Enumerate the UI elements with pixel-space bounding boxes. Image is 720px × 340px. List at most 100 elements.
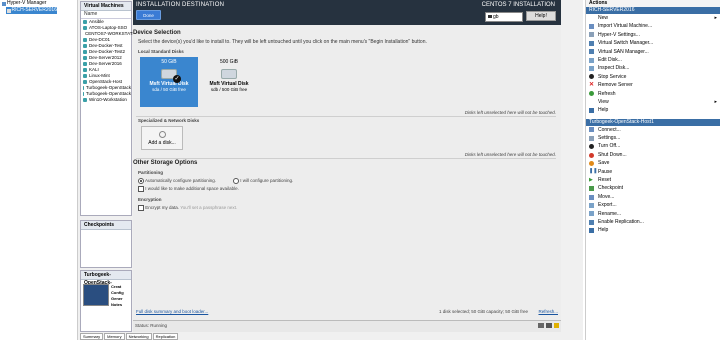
vm-icon [83, 86, 84, 90]
tab-summary[interactable]: Summary [80, 333, 104, 340]
action-shut-down[interactable]: Shut Down... [586, 151, 720, 159]
action-hyperv-settings[interactable]: Hyper-V Settings... [586, 31, 720, 39]
action-enable-replication[interactable]: Enable Replication... [586, 218, 720, 226]
vm-actions-header[interactable]: Turbogeek-OpenStack-Host1 [586, 118, 720, 126]
vm-name: Win10-Workstation [89, 97, 127, 102]
disk-summary-link[interactable]: Full disk summary and boot loader... [136, 309, 208, 314]
done-button[interactable]: Done [136, 10, 161, 20]
checkbox [138, 205, 144, 211]
connect-icon [589, 127, 594, 133]
disk-size: 500 GiB [219, 59, 239, 65]
action-label: New [598, 15, 609, 21]
save-icon [589, 160, 594, 166]
action-view[interactable]: View ▸ [586, 98, 720, 106]
action-new[interactable]: New ▸ [586, 14, 720, 22]
vm-icon [83, 68, 87, 72]
action-export[interactable]: Export... [586, 201, 720, 209]
vm-column-header[interactable]: Name [81, 11, 131, 19]
divider [136, 158, 556, 159]
action-label: Help [598, 107, 609, 114]
action-edit-disk[interactable]: Edit Disk... [586, 56, 720, 64]
vm-icon [83, 62, 87, 66]
tree-server[interactable]: RICH-SERVER2016 [6, 7, 57, 14]
action-help-vm[interactable]: Help [586, 226, 720, 234]
actions-pane: Actions RICH-SERVER2016 New ▸ Import Virt… [585, 0, 720, 340]
action-label: Move... [598, 193, 615, 200]
action-turn-off[interactable]: Turn Off... [586, 142, 720, 150]
selection-summary: 1 disk selected; 50 GiB capacity; 50 GiB… [438, 309, 528, 314]
tab-networking[interactable]: Networking [125, 333, 152, 340]
divider [136, 116, 556, 117]
console-status-bar: Status: Running [133, 320, 561, 332]
san-icon [589, 49, 594, 55]
action-reset[interactable]: ▶ Reset [586, 176, 720, 184]
other-storage-heading: Other Storage Options [133, 160, 198, 166]
checkbox [138, 186, 144, 192]
action-help[interactable]: Help [586, 106, 720, 114]
vm-icon [83, 92, 84, 96]
vm-row[interactable]: Win10-Workstation [81, 97, 131, 103]
partitioning-heading: Partitioning [138, 170, 163, 175]
action-virtual-switch-manager[interactable]: Virtual Switch Manager... [586, 39, 720, 47]
vm-icon [83, 38, 87, 42]
tab-memory[interactable]: Memory [104, 333, 125, 340]
help-button[interactable]: Help! [526, 11, 556, 21]
export-icon [589, 202, 594, 208]
screen-icon [546, 323, 552, 328]
vm-icon [83, 98, 87, 102]
vertical-scrollbar[interactable] [575, 1, 583, 331]
server-icon [7, 8, 11, 13]
encryption-heading: Encryption [138, 197, 162, 202]
actions-title: Actions [586, 0, 720, 7]
stop-icon [589, 74, 594, 80]
refresh-icon [589, 91, 594, 97]
extra-space-option[interactable]: I would like to make additional space av… [138, 186, 239, 192]
navigation-tree: Hyper-V Manager RICH-SERVER2016 [0, 0, 78, 340]
tree-root[interactable]: Hyper-V Manager [0, 0, 77, 7]
vm-list-title: Virtual Machines [81, 2, 131, 11]
action-move[interactable]: Move... [586, 193, 720, 201]
disk-sdb[interactable]: 500 GiB Msft Virtual Disk sdb / 500 GiB … [200, 57, 258, 107]
encrypt-option[interactable]: Encrypt my data. You'll set a passphrase… [138, 205, 237, 211]
action-checkpoint[interactable]: Checkpoint [586, 184, 720, 192]
disk-sda[interactable]: 50 GiB ✓ Msft Virtual Disk sda / 50 GiB … [140, 57, 198, 107]
manual-partition-option[interactable]: I will configure partitioning. [233, 178, 293, 184]
rename-icon [589, 211, 594, 217]
submenu-arrow-icon: ▸ [714, 15, 717, 21]
device-selection-description: Select the device(s) you'd like to insta… [138, 39, 427, 45]
action-label: Turn Off... [598, 143, 621, 150]
server-actions-header[interactable]: RICH-SERVER2016 [586, 7, 720, 14]
shutdown-icon [589, 152, 594, 158]
action-stop-service[interactable]: Stop Service [586, 73, 720, 81]
action-save[interactable]: Save [586, 159, 720, 167]
tree-root-label: Hyper-V Manager [7, 0, 47, 6]
keyboard-layout-indicator[interactable]: gb [485, 12, 523, 22]
action-connect[interactable]: Connect... [586, 126, 720, 134]
vm-icon [83, 50, 87, 54]
add-disk-label: Add a disk... [148, 140, 176, 146]
status-text: Status: Running [135, 323, 168, 328]
action-refresh[interactable]: Refresh [586, 90, 720, 98]
lock-icon [554, 323, 559, 328]
tab-replication[interactable]: Replication [152, 333, 179, 340]
vm-list-panel: Virtual Machines Name Ansible ATOS-Lapto… [80, 1, 134, 216]
action-inspect-disk[interactable]: Inspect Disk... [586, 64, 720, 72]
action-import-vm[interactable]: Import Virtual Machine... [586, 22, 720, 30]
add-disk-button[interactable]: Add a disk... [141, 126, 183, 150]
action-label: Edit Disk... [598, 56, 622, 63]
device-selection-heading: Device Selection [133, 30, 181, 36]
action-label: Hyper-V Settings... [598, 31, 640, 38]
action-virtual-san-manager[interactable]: Virtual SAN Manager... [586, 48, 720, 56]
submenu-arrow-icon: ▸ [714, 98, 717, 105]
encrypt-label: Encrypt my data. [145, 205, 180, 211]
action-rename[interactable]: Rename... [586, 210, 720, 218]
auto-partition-option[interactable]: Automatically configure partitioning. [138, 178, 216, 184]
detail-label: Notes [111, 302, 123, 307]
action-remove-server[interactable]: ✕ Remove Server [586, 81, 720, 89]
checkpoints-title: Checkpoints [81, 221, 131, 230]
action-settings[interactable]: Settings... [586, 134, 720, 142]
help-icon [589, 228, 594, 234]
disk-info: sda / 50 GiB free [152, 87, 186, 92]
action-pause[interactable]: ❚❚ Pause [586, 168, 720, 176]
refresh-link[interactable]: Refresh... [538, 309, 558, 314]
